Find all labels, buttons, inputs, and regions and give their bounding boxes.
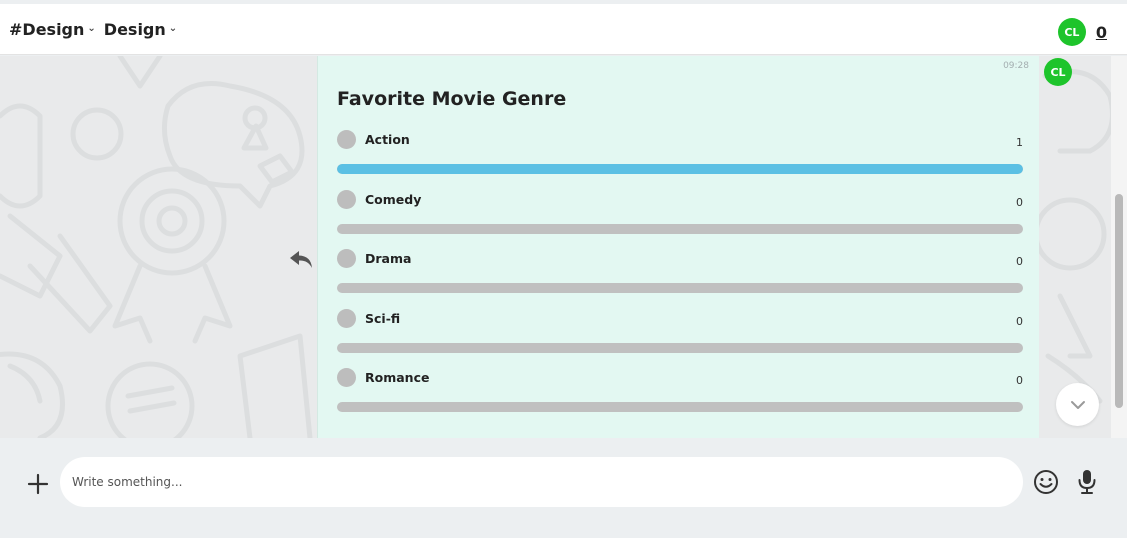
chat-header: #Design ⌄ Design ⌄ CL 0 <box>0 4 1127 55</box>
message-input[interactable] <box>60 457 1023 507</box>
breadcrumb: #Design ⌄ Design ⌄ <box>9 20 177 39</box>
poll-option-votes: 0 <box>1016 255 1023 268</box>
chevron-down-icon <box>1070 400 1085 409</box>
poll-option-label: Comedy <box>365 191 422 207</box>
scrollbar-thumb[interactable] <box>1115 194 1123 408</box>
user-avatar[interactable]: CL <box>1057 18 1086 46</box>
poll-option-bar <box>337 342 1023 353</box>
poll-option-radio[interactable] <box>337 368 356 387</box>
header-right: CL 0 <box>1057 18 1107 46</box>
poll-option-label: Romance <box>365 370 430 385</box>
poll-option-label: Drama <box>365 251 412 266</box>
poll-option-radio[interactable] <box>337 249 356 268</box>
poll-message: 09:28 Favorite Movie Genre Action 1 Comedy… <box>317 56 1039 438</box>
poll-option[interactable]: Sci-fi 0 <box>337 308 1023 359</box>
notification-count[interactable]: 0 <box>1096 23 1107 42</box>
message-composer <box>0 438 1127 538</box>
poll-option-votes: 1 <box>1016 136 1023 149</box>
chevron-down-icon: ⌄ <box>87 22 96 34</box>
chevron-down-icon: ⌄ <box>168 22 178 34</box>
message-time: 09:28 <box>1003 61 1029 71</box>
poll-option-bar-fill <box>337 164 1023 174</box>
poll-option[interactable]: Action 1 <box>337 130 1023 180</box>
poll-option-label: Action <box>365 132 410 147</box>
emoji-icon[interactable] <box>1033 469 1059 495</box>
poll-option-radio[interactable] <box>337 130 356 149</box>
poll-title: Favorite Movie Genre <box>337 88 567 110</box>
poll-option[interactable]: Drama 0 <box>337 249 1023 299</box>
poll-option-bar <box>337 223 1023 234</box>
poll-option-label: Sci-fi <box>365 310 401 326</box>
poll-option-votes: 0 <box>1016 195 1023 209</box>
plus-icon[interactable] <box>27 473 49 495</box>
poll-option[interactable]: Romance 0 <box>337 368 1023 418</box>
poll-option-votes: 0 <box>1016 374 1023 387</box>
topic-selector[interactable]: Design ⌄ <box>104 20 177 39</box>
poll-option-radio[interactable] <box>337 308 356 328</box>
bottom-border <box>0 538 1127 543</box>
microphone-icon[interactable] <box>1076 468 1098 496</box>
topic-name: Design <box>103 19 166 39</box>
sender-avatar[interactable]: CL <box>1044 58 1072 86</box>
channel-selector[interactable]: #Design ⌄ <box>9 20 96 39</box>
channel-name: #Design <box>9 19 85 39</box>
poll-option-bar <box>337 283 1023 293</box>
scrollbar[interactable] <box>1111 56 1127 438</box>
poll-option-votes: 0 <box>1016 314 1023 328</box>
scroll-to-bottom-button[interactable] <box>1056 383 1099 426</box>
chat-area: 09:28 Favorite Movie Genre Action 1 Comedy… <box>0 56 1127 438</box>
reply-icon[interactable] <box>288 248 314 270</box>
poll-option-bar <box>337 402 1023 412</box>
poll-option-radio[interactable] <box>337 189 356 209</box>
poll-option[interactable]: Comedy 0 <box>337 189 1023 240</box>
poll-option-bar <box>337 164 1023 174</box>
